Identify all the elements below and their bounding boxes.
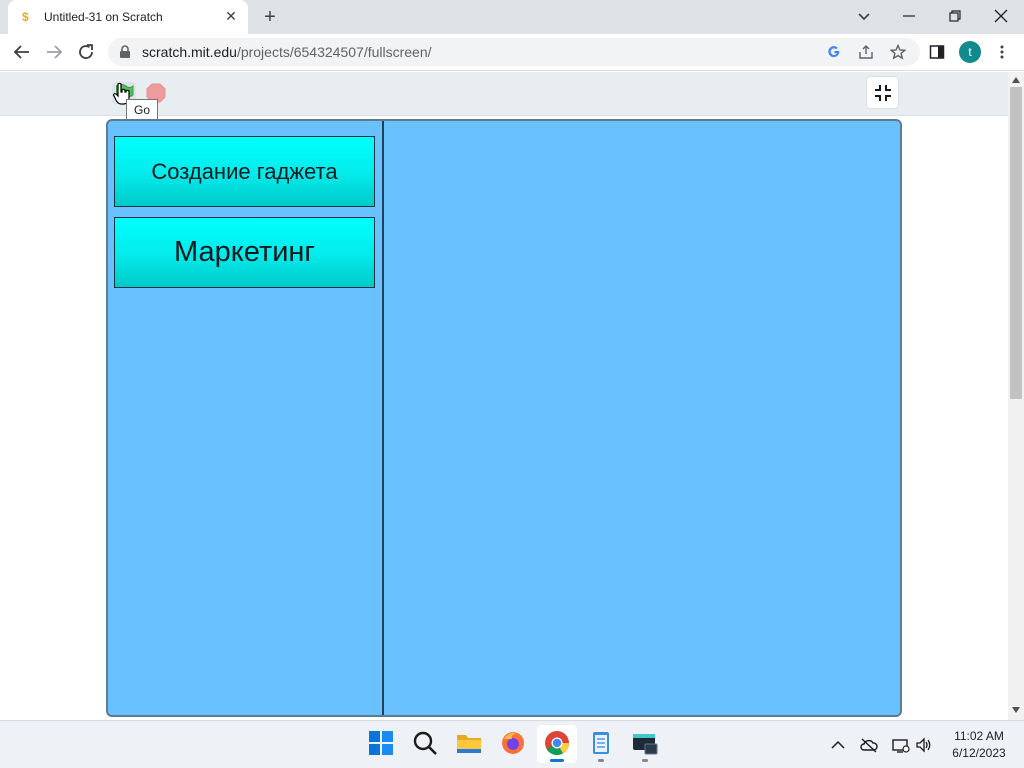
tab-title: Untitled-31 on Scratch <box>44 10 163 24</box>
reload-button[interactable] <box>72 38 100 66</box>
close-window-button[interactable] <box>978 0 1024 32</box>
terminal-button[interactable] <box>632 730 658 756</box>
restore-icon <box>949 10 961 22</box>
stage-divider-line <box>382 121 384 715</box>
windows-start-icon <box>369 731 393 755</box>
project-stage[interactable] <box>106 119 902 717</box>
url-path: /projects/654324507/fullscreen/ <box>236 44 432 60</box>
create-gadget-button[interactable]: Создание гаджета <box>114 136 375 207</box>
scratch-cat-icon: $ <box>22 10 29 24</box>
url-text: scratch.mit.edu/projects/654324507/fulls… <box>142 45 432 59</box>
url-host: scratch.mit.edu <box>142 44 237 60</box>
chrome-icon <box>545 731 569 756</box>
taskbar-search-button[interactable] <box>412 730 438 756</box>
file-explorer-button[interactable] <box>456 730 482 756</box>
minimize-icon <box>903 15 915 17</box>
chrome-button[interactable] <box>544 730 570 756</box>
forward-button[interactable] <box>40 38 68 66</box>
terminal-running-indicator <box>642 759 648 762</box>
google-translate-icon[interactable] <box>826 44 842 60</box>
clock-date[interactable]: 6/12/2023 <box>946 746 1012 760</box>
scrollbar-thumb[interactable] <box>1010 87 1022 399</box>
clock-time[interactable]: 11:02 AM <box>946 729 1012 743</box>
reload-icon <box>79 44 93 59</box>
minimize-button[interactable] <box>886 0 932 32</box>
firefox-icon <box>502 732 524 754</box>
arrow-right-icon <box>47 45 63 59</box>
address-bar[interactable]: scratch.mit.edu/projects/654324507/fulls… <box>108 38 920 66</box>
notepad-icon <box>593 732 609 754</box>
side-panel-icon[interactable] <box>929 44 945 60</box>
cloud-offline-icon[interactable] <box>860 736 878 754</box>
new-tab-button[interactable]: + <box>259 6 281 28</box>
notepad-button[interactable] <box>588 730 614 756</box>
tab-close-button[interactable]: ✕ <box>222 7 240 25</box>
network-icon[interactable] <box>892 736 910 754</box>
share-icon[interactable] <box>858 44 874 60</box>
chrome-running-indicator <box>550 759 564 762</box>
exit-fullscreen-button[interactable] <box>866 76 899 109</box>
notepad-running-indicator <box>598 759 604 762</box>
scroll-up-icon[interactable] <box>1011 76 1021 84</box>
volume-icon[interactable] <box>915 736 933 754</box>
browser-tab[interactable]: $ Untitled-31 on Scratch ✕ <box>8 0 248 34</box>
firefox-button[interactable] <box>500 730 526 756</box>
chevron-up-icon[interactable] <box>829 736 847 754</box>
tab-search-button[interactable] <box>852 4 876 28</box>
profile-avatar[interactable]: t <box>959 41 981 63</box>
kebab-menu-icon[interactable] <box>994 44 1010 60</box>
marketing-button[interactable]: Маркетинг <box>114 217 375 288</box>
lock-icon <box>120 45 130 58</box>
close-icon <box>994 9 1008 23</box>
exit-fullscreen-icon <box>875 85 891 101</box>
restore-button[interactable] <box>932 0 978 32</box>
search-icon <box>413 731 437 755</box>
file-explorer-icon <box>457 735 481 753</box>
scroll-down-icon[interactable] <box>1011 706 1021 714</box>
terminal-icon <box>633 734 658 755</box>
start-button[interactable] <box>368 730 394 756</box>
chevron-down-icon <box>858 13 870 21</box>
arrow-left-icon <box>13 45 29 59</box>
bookmark-star-icon[interactable] <box>890 44 906 60</box>
back-button[interactable] <box>8 38 36 66</box>
